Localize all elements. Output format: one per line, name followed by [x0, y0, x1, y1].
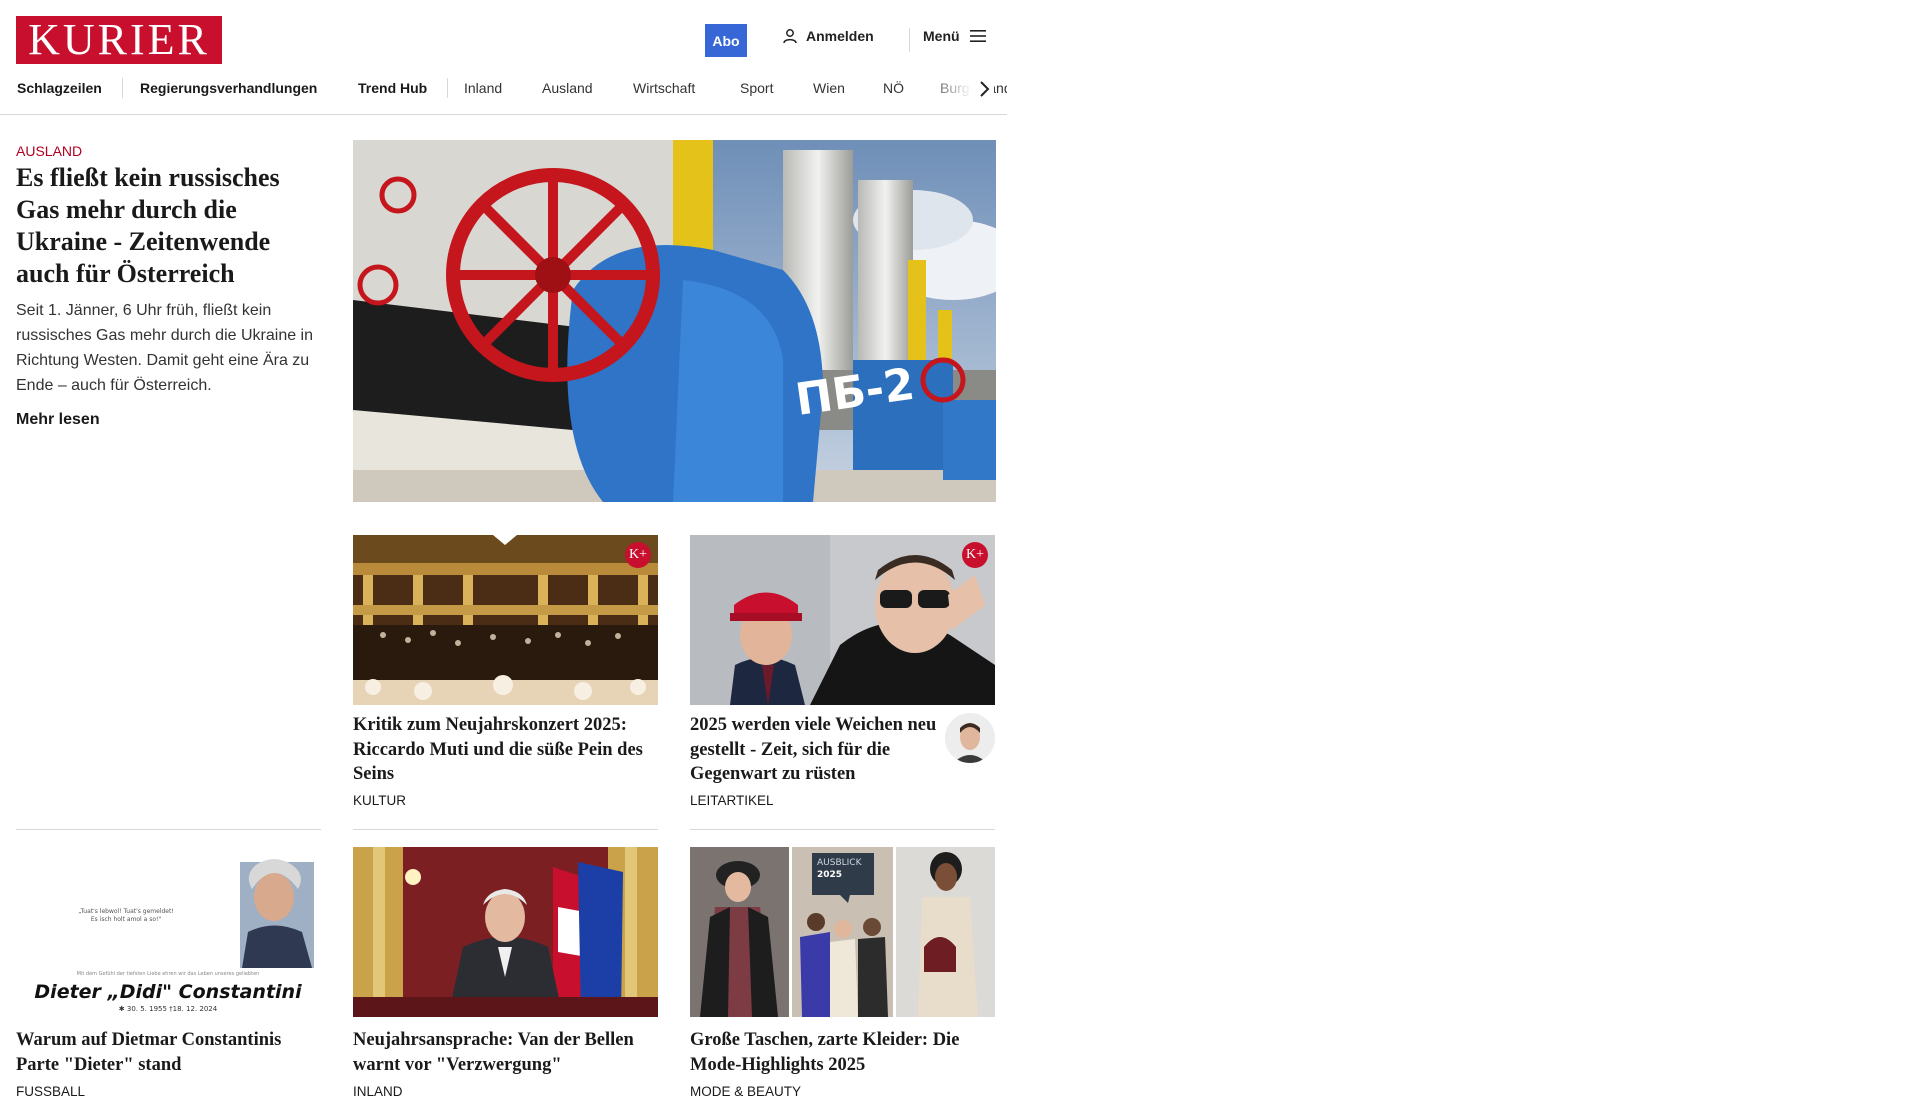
- header-divider: [909, 28, 910, 52]
- login-button[interactable]: Anmelden: [782, 28, 874, 44]
- nav-fade: [926, 78, 980, 100]
- nav-divider: [447, 78, 448, 98]
- premium-badge: K+: [625, 542, 651, 568]
- nav-item-inland[interactable]: Inland: [464, 80, 502, 96]
- card-kicker-inland[interactable]: INLAND: [353, 1084, 403, 1099]
- card-image-neujahrskonzert[interactable]: K+: [353, 535, 658, 705]
- author-avatar[interactable]: [945, 713, 995, 763]
- svg-text:Es isch holt amol a so!": Es isch holt amol a so!": [91, 916, 162, 923]
- lead-image-gas-pipeline[interactable]: ПБ-2: [353, 140, 996, 502]
- card-kicker-kultur[interactable]: KULTUR: [353, 793, 406, 808]
- menu-button[interactable]: Menü: [923, 28, 986, 44]
- lead-teaser: Seit 1. Jänner, 6 Uhr früh, fließt kein …: [16, 302, 314, 394]
- svg-text:Mit dem Gefühl der tiefsten Li: Mit dem Gefühl der tiefsten Liebe ehren …: [77, 971, 260, 977]
- nav-item-sport[interactable]: Sport: [740, 80, 773, 96]
- parte-dates: ✱ 30. 5. 1955 †18. 12. 2024: [119, 1005, 218, 1013]
- site-header: KURIER Abo Anmelden Menü Schlagzeilen Re…: [0, 0, 1007, 115]
- user-icon: [783, 29, 797, 44]
- nav-item-ausland[interactable]: Ausland: [542, 80, 593, 96]
- card-kicker-leitartikel[interactable]: LEITARTIKEL: [690, 793, 774, 808]
- gas-pipeline-illustration: ПБ-2: [353, 140, 996, 502]
- lead-kicker[interactable]: Ausland: [16, 143, 82, 159]
- card-headline-mode-highlights[interactable]: Große Taschen, zarte Kleider: Die Mode-H…: [690, 1028, 1000, 1077]
- svg-text:„Tuat's lebwol! Tuat's gemelde: „Tuat's lebwol! Tuat's gemeldet!: [78, 908, 174, 915]
- author-portrait: [945, 713, 995, 763]
- nav-divider: [122, 78, 123, 98]
- parte-name: Dieter „Didi" Constantini: [34, 981, 302, 1003]
- premium-badge: K+: [962, 542, 988, 568]
- login-label: Anmelden: [806, 28, 874, 44]
- lead-headline[interactable]: Es fließt kein russisches Gas mehr durch…: [16, 162, 316, 290]
- fashion-collage-illustration: AUSBLICK 2025: [690, 847, 995, 1017]
- concert-hall-illustration: [353, 535, 658, 705]
- nav-item-regierungsverhandlungen[interactable]: Regierungsverhandlungen: [140, 80, 317, 96]
- card-headline-neujahrskonzert[interactable]: Kritik zum Neujahrskonzert 2025: Riccard…: [353, 713, 663, 787]
- card-image-leitartikel[interactable]: K+: [690, 535, 995, 705]
- menu-label: Menü: [923, 28, 960, 44]
- ausblick-badge: AUSBLICK: [817, 858, 863, 868]
- nav-item-schlagzeilen[interactable]: Schlagzeilen: [17, 80, 102, 96]
- chevron-right-icon[interactable]: [976, 78, 994, 100]
- parte-notice-illustration: „Tuat's lebwol! Tuat's gemeldet! Es isch…: [16, 847, 321, 1017]
- kurier-logo[interactable]: KURIER: [16, 16, 222, 64]
- politicians-illustration: [690, 535, 995, 705]
- president-speech-illustration: [353, 847, 658, 1017]
- card-headline-van-der-bellen[interactable]: Neujahrsansprache: Van der Bellen warnt …: [353, 1028, 663, 1077]
- section-nav: Schlagzeilen Regierungsverhandlungen Tre…: [0, 78, 1007, 100]
- card-headline-constantini[interactable]: Warum auf Dietmar Constantinis Parte "Di…: [16, 1028, 321, 1077]
- nav-item-wirtschaft[interactable]: Wirtschaft: [633, 80, 695, 96]
- card-kicker-fussball[interactable]: FUSSBALL: [16, 1084, 85, 1099]
- card-image-mode-highlights[interactable]: AUSBLICK 2025: [690, 847, 995, 1017]
- nav-item-trend-hub[interactable]: Trend Hub: [358, 80, 427, 96]
- row-divider: [690, 829, 995, 830]
- card-headline-leitartikel[interactable]: 2025 werden viele Weichen neu gestellt -…: [690, 713, 940, 787]
- abo-button[interactable]: Abo: [705, 24, 747, 57]
- read-more-link[interactable]: Mehr lesen: [16, 411, 100, 429]
- row-divider: [16, 829, 321, 830]
- card-image-neujahrsansprache[interactable]: [353, 847, 658, 1017]
- nav-item-noe[interactable]: NÖ: [883, 80, 904, 96]
- ausblick-year: 2025: [817, 870, 842, 880]
- hamburger-icon: [969, 30, 986, 42]
- card-kicker-mode-beauty[interactable]: MODE & BEAUTY: [690, 1084, 801, 1099]
- card-image-parte[interactable]: „Tuat's lebwol! Tuat's gemeldet! Es isch…: [16, 847, 321, 1017]
- nav-item-wien[interactable]: Wien: [813, 80, 845, 96]
- row-divider: [353, 829, 658, 830]
